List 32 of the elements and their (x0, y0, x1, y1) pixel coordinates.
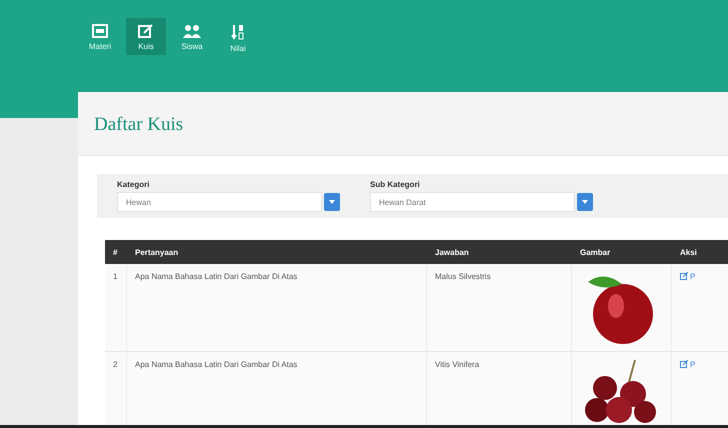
select-field[interactable]: Hewan (117, 192, 322, 212)
edit-link[interactable]: P (672, 264, 728, 351)
dropdown-button[interactable] (324, 193, 340, 211)
table-cell: Apa Nama Bahasa Latin Dari Gambar Di Atas (127, 264, 427, 351)
caret-icon (582, 200, 588, 204)
caret-icon (329, 200, 335, 204)
screen-icon (92, 24, 108, 38)
nav-tab[interactable]: Nilai (218, 18, 258, 57)
edit-link[interactable]: P (672, 352, 728, 425)
dropdown-button[interactable] (577, 193, 593, 211)
nav-tab[interactable]: Kuis (126, 18, 166, 55)
edit-icon (680, 272, 688, 280)
filter-label: Sub Kategori (370, 180, 421, 189)
sort-icon (231, 24, 245, 40)
table-cell: 2 (105, 352, 127, 425)
edit-icon (680, 360, 688, 368)
table-cell: Vitis Vinifera (427, 352, 572, 425)
users-icon (183, 24, 201, 38)
nav-tab[interactable]: Materi (80, 18, 120, 55)
table-cell: 1 (105, 264, 127, 351)
select-field[interactable]: Hewan Darat (370, 192, 575, 212)
column-header: Pertanyaan (134, 248, 180, 256)
column-header: # (112, 248, 118, 256)
table-cell: Malus Silvestris (427, 264, 572, 351)
nav-tab[interactable]: Siswa (172, 18, 212, 55)
column-header: Aksi (679, 248, 698, 256)
table-cell: Apa Nama Bahasa Latin Dari Gambar Di Atas (127, 352, 427, 425)
column-header: Gambar (579, 248, 612, 256)
page-title: Daftar Kuis (94, 114, 184, 136)
column-header: Jawaban (434, 248, 470, 256)
filter-label: Kategori (117, 180, 150, 189)
edit-icon (138, 24, 154, 38)
